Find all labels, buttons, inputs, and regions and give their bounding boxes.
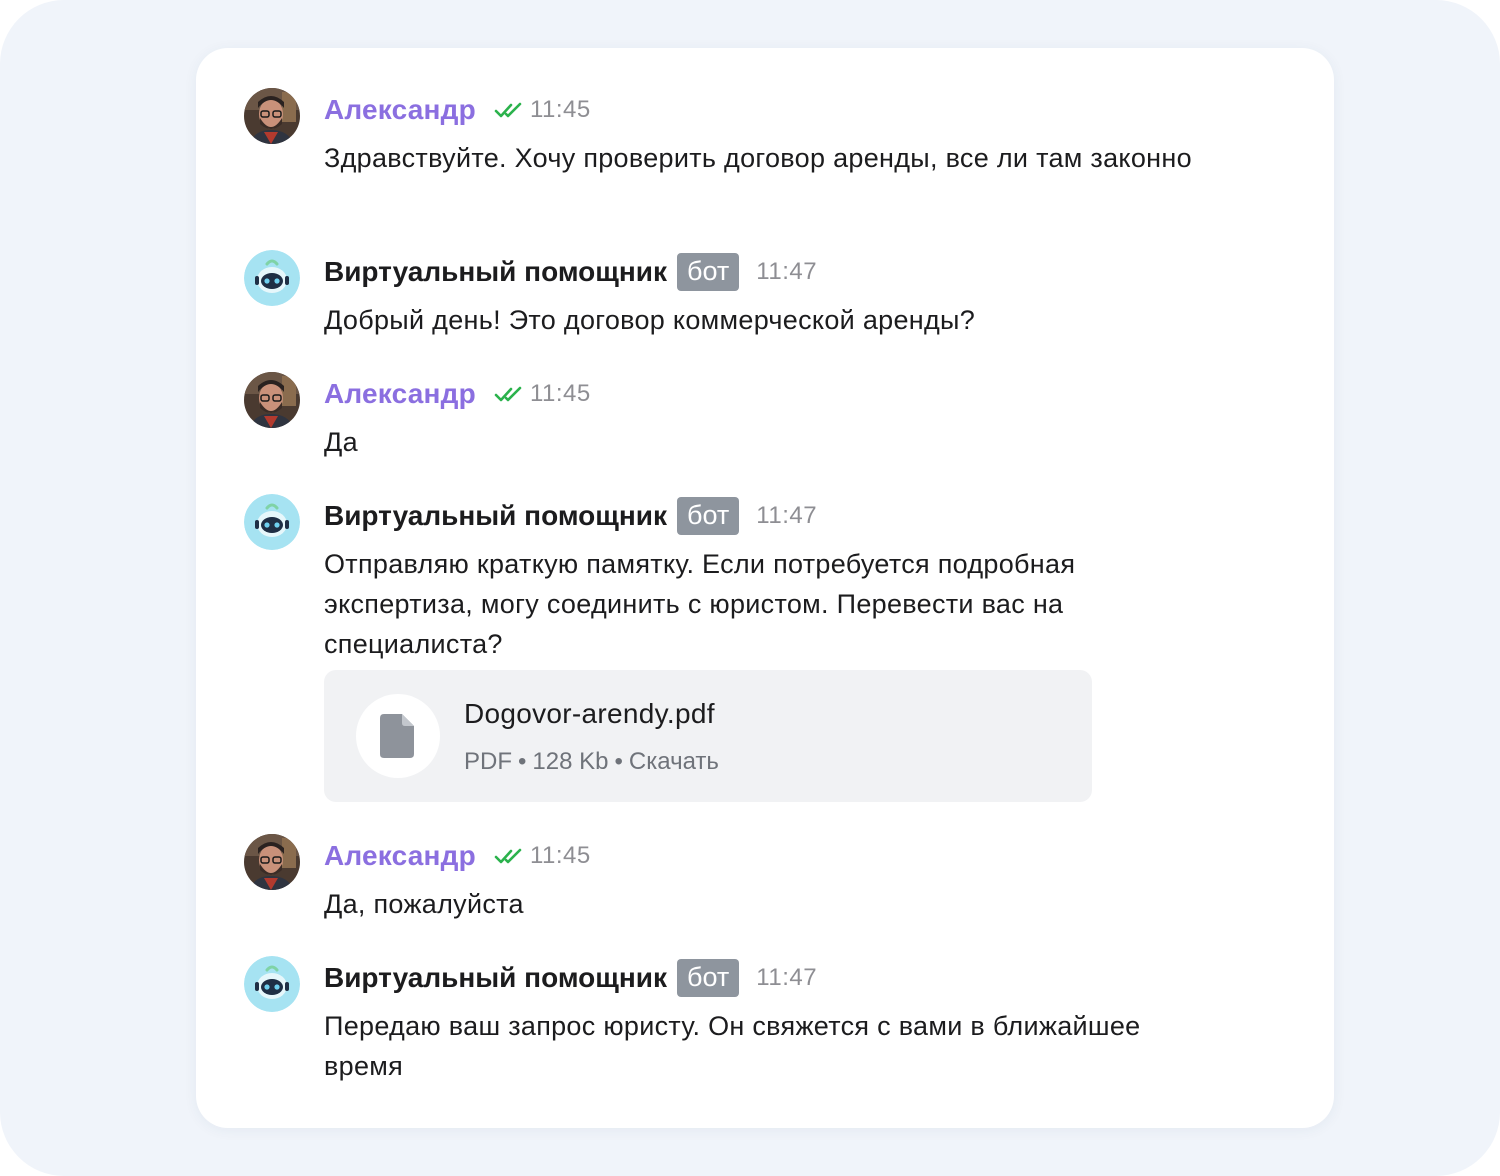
message-header: Александр 11:45 (324, 834, 591, 878)
author-name[interactable]: Александр (324, 378, 476, 410)
file-attachment[interactable]: Dogovor-arendy.pdf PDF • 128 Kb • Скачать (324, 670, 1092, 802)
robot-avatar[interactable] (244, 494, 300, 550)
message-text: Да, пожалуйста (324, 889, 524, 919)
message-header: Виртуальный помощник бот 11:47 (324, 494, 817, 538)
message-text: Отправляю краткую памятку. Если потребуе… (324, 549, 1076, 659)
robot-avatar[interactable] (244, 956, 300, 1012)
message-text: Здравствуйте. Хочу проверить договор аре… (324, 143, 1192, 173)
author-name[interactable]: Виртуальный помощник (324, 962, 667, 994)
message-text: Передаю ваш запрос юристу. Он свяжется с… (324, 1011, 1141, 1081)
chat-message: Виртуальный помощник бот 11:47 Отправляю… (244, 494, 1284, 804)
bot-badge: бот (677, 959, 740, 997)
user-avatar[interactable] (244, 372, 300, 428)
author-name[interactable]: Александр (324, 840, 476, 872)
meta-separator: • (614, 748, 623, 775)
download-link[interactable]: Скачать (629, 748, 719, 775)
user-avatar[interactable] (244, 88, 300, 144)
user-avatar[interactable] (244, 834, 300, 890)
message-time: 11:45 (529, 96, 591, 123)
double-check-icon (494, 102, 522, 118)
author-name[interactable]: Александр (324, 94, 476, 126)
chat-message: Александр 11:45 Здравствуйте. Хочу прове… (244, 88, 1284, 218)
file-icon-circle (356, 694, 440, 778)
message-header: Александр 11:45 (324, 372, 591, 416)
chat-card: Александр 11:45 Здравствуйте. Хочу прове… (196, 48, 1334, 1128)
message-time: 11:47 (756, 258, 818, 285)
bot-badge: бот (677, 253, 740, 291)
message-header: Виртуальный помощник бот 11:47 (324, 250, 817, 294)
message-time: 11:45 (529, 380, 591, 407)
file-meta: PDF • 128 Kb • Скачать (464, 748, 719, 776)
chat-message: Александр 11:45 Да (244, 372, 1284, 462)
message-header: Виртуальный помощник бот 11:47 (324, 956, 817, 1000)
file-name: Dogovor-arendy.pdf (464, 698, 715, 729)
message-time: 11:45 (529, 842, 591, 869)
chat-message: Виртуальный помощник бот 11:47 Добрый де… (244, 250, 1284, 340)
meta-separator: • (518, 748, 527, 775)
bot-badge: бот (677, 497, 740, 535)
chat-message: Александр 11:45 Да, пожалуйста (244, 834, 1284, 924)
page-background: Александр 11:45 Здравствуйте. Хочу прове… (0, 0, 1500, 1176)
message-time: 11:47 (756, 502, 818, 529)
robot-avatar[interactable] (244, 250, 300, 306)
double-check-icon (494, 848, 522, 864)
message-text: Добрый день! Это договор коммерческой ар… (324, 305, 976, 335)
message-header: Александр 11:45 (324, 88, 591, 132)
message-text: Да (324, 427, 358, 457)
double-check-icon (494, 386, 522, 402)
file-size: 128 Kb (532, 748, 609, 775)
message-time: 11:47 (756, 964, 818, 991)
chat-message: Виртуальный помощник бот 11:47 Передаю в… (244, 956, 1284, 1086)
file-icon (380, 714, 414, 758)
file-type: PDF (464, 748, 512, 775)
author-name[interactable]: Виртуальный помощник (324, 256, 667, 288)
author-name[interactable]: Виртуальный помощник (324, 500, 667, 532)
